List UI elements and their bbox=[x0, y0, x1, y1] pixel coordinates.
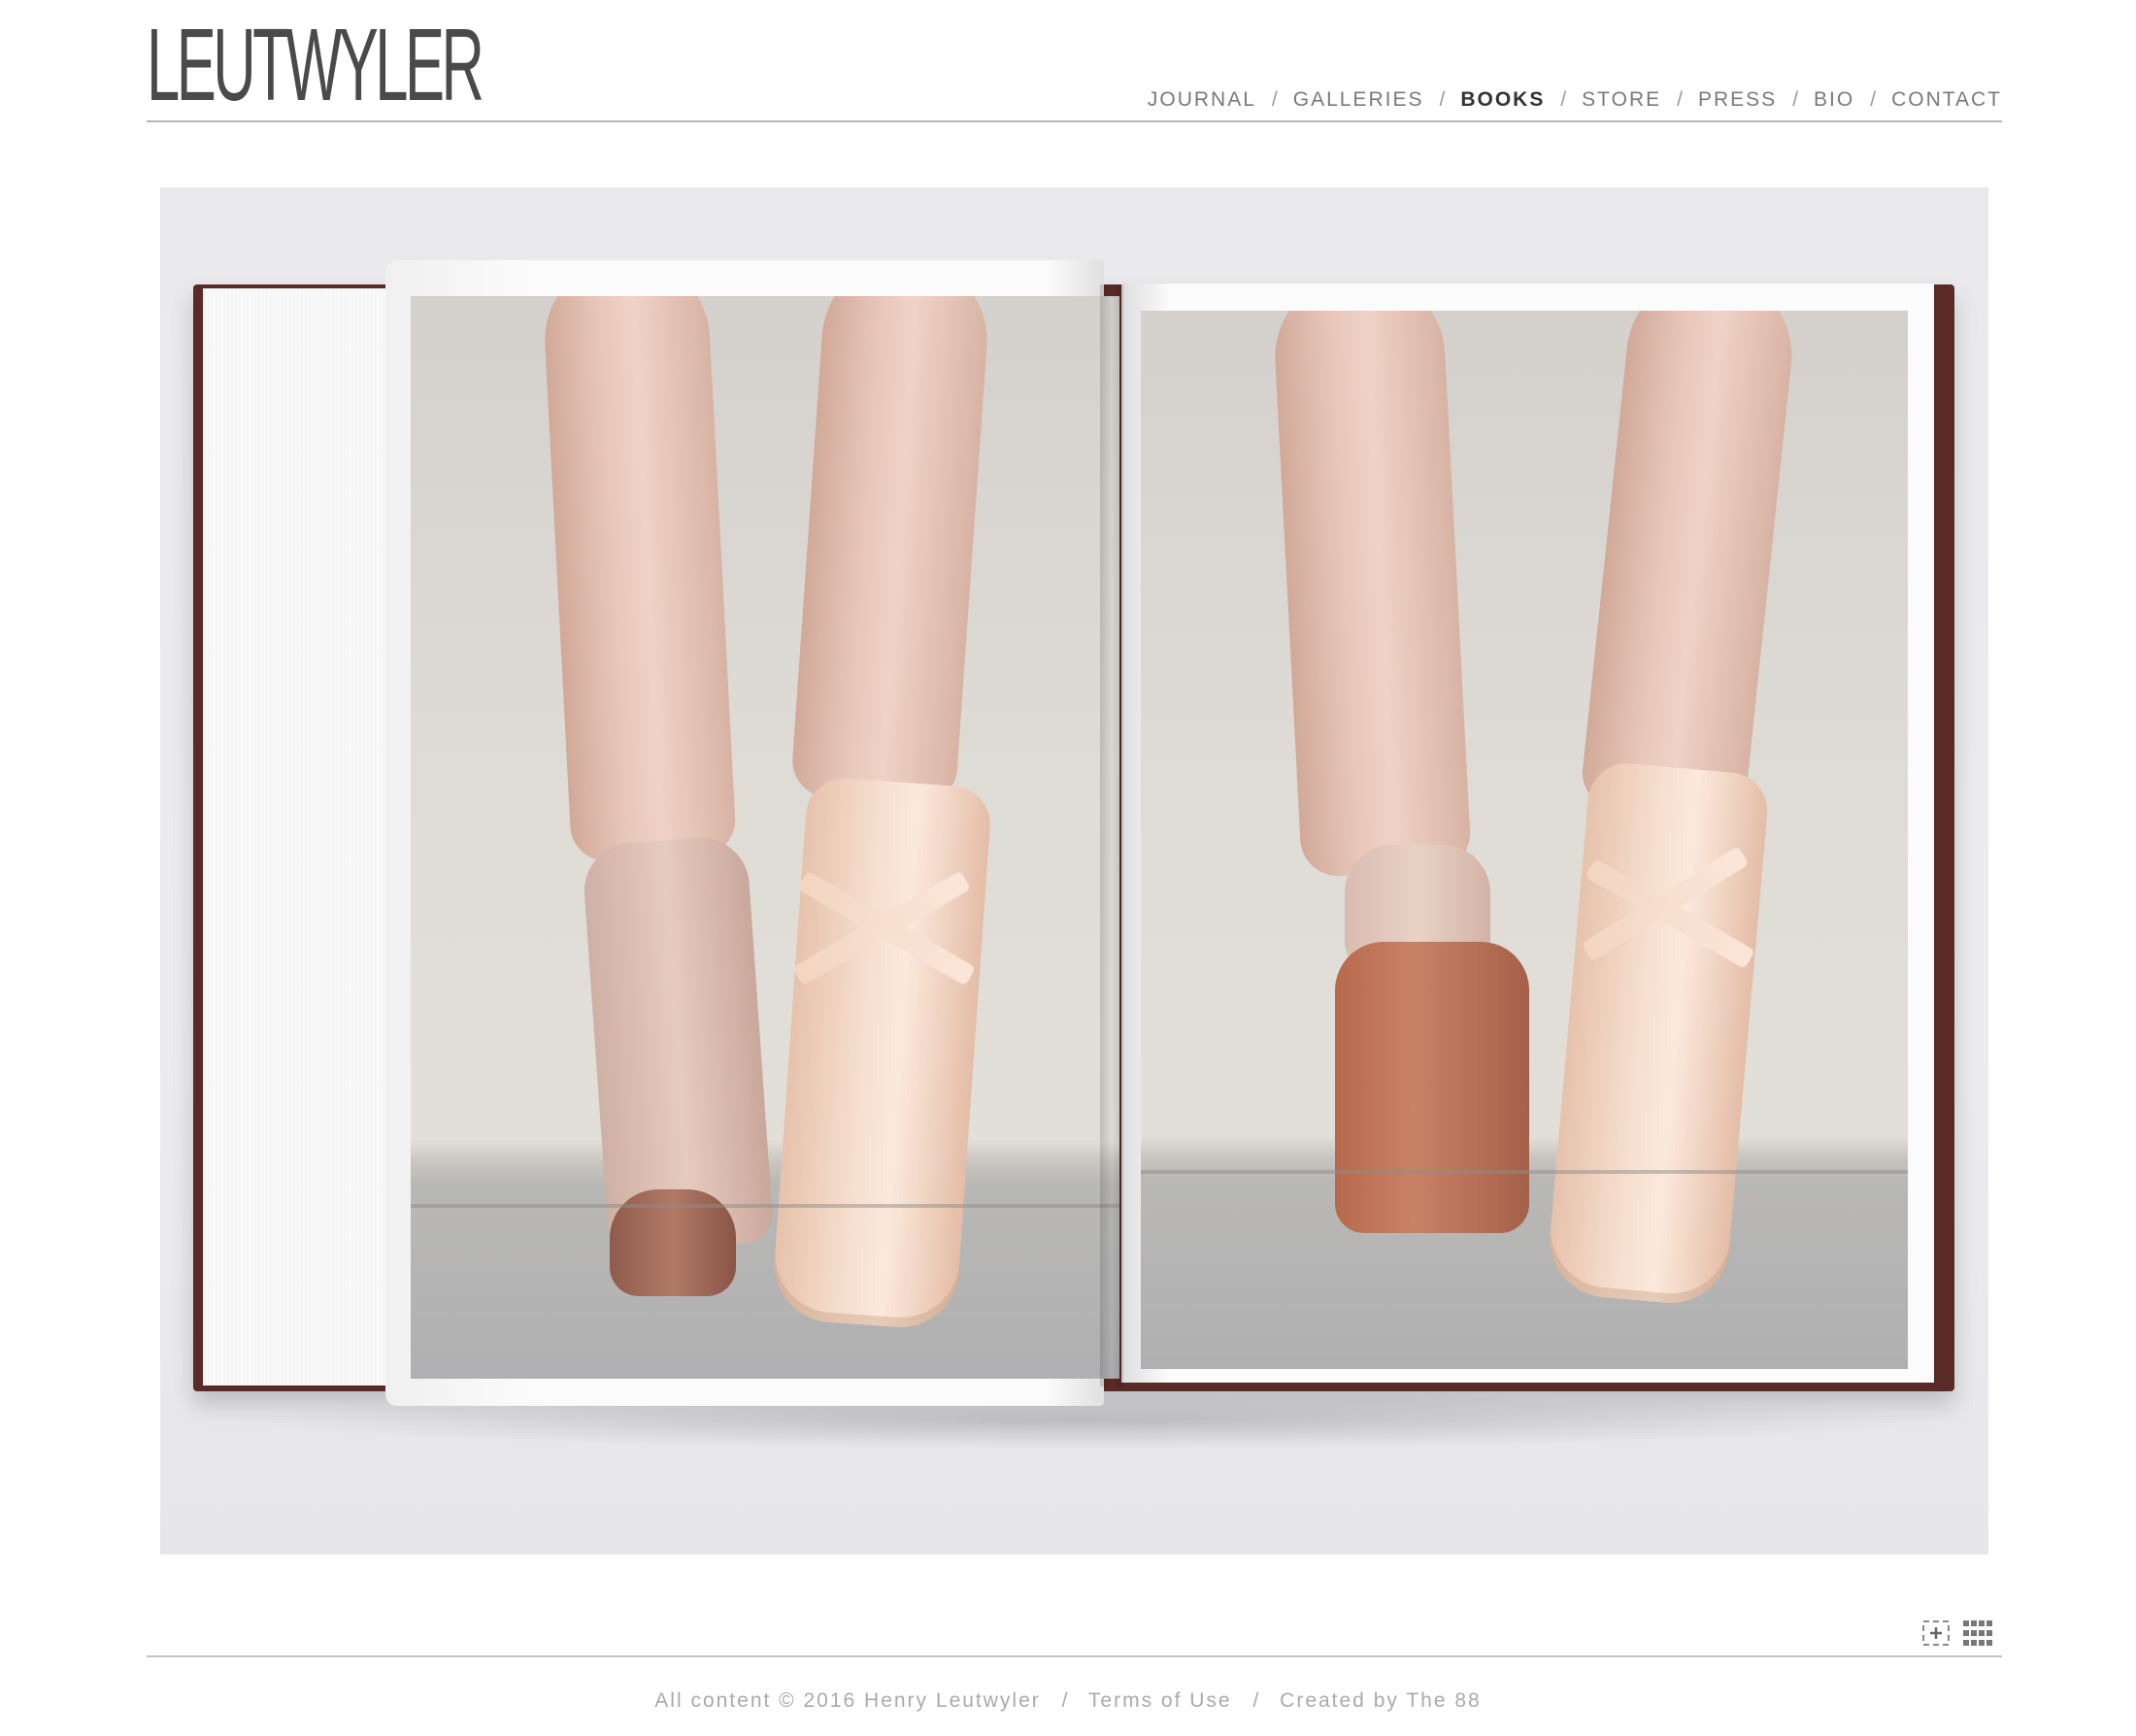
nav-separator: / bbox=[1271, 88, 1278, 111]
copyright-text: All content © 2016 Henry Leutwyler bbox=[654, 1689, 1041, 1712]
nav-separator: / bbox=[1870, 88, 1877, 111]
grid-icon[interactable] bbox=[1963, 1620, 1992, 1646]
foot-shape bbox=[1335, 942, 1529, 1233]
nav-item-journal[interactable]: JOURNAL bbox=[1148, 88, 1256, 112]
footer-separator: / bbox=[1252, 1689, 1259, 1712]
terms-link[interactable]: Terms of Use bbox=[1088, 1689, 1232, 1712]
credit-link[interactable]: Created by The 88 bbox=[1280, 1689, 1482, 1712]
pointe-shoe bbox=[1545, 759, 1771, 1309]
fullscreen-icon[interactable] bbox=[1922, 1620, 1950, 1646]
site-logo[interactable]: LEUTWYLER bbox=[147, 14, 484, 117]
nav-item-galleries[interactable]: GALLERIES bbox=[1293, 88, 1424, 112]
book-page-edges bbox=[203, 288, 398, 1385]
leg-shape bbox=[789, 296, 993, 807]
footer-separator: / bbox=[1061, 1689, 1068, 1712]
site-header: LEUTWYLER JOURNAL / GALLERIES / BOOKS / … bbox=[147, 0, 2002, 122]
floor-line bbox=[1141, 1170, 1908, 1174]
nav-separator: / bbox=[1439, 88, 1446, 111]
nav-item-contact[interactable]: CONTACT bbox=[1891, 88, 2002, 112]
nav-item-bio[interactable]: BIO bbox=[1814, 88, 1854, 112]
nav-separator: / bbox=[1792, 88, 1799, 111]
photo-right bbox=[1141, 311, 1908, 1369]
footer-divider bbox=[147, 1655, 2002, 1657]
pointe-shoe bbox=[770, 776, 993, 1331]
viewer-controls bbox=[1922, 1620, 1992, 1646]
gallery-image[interactable] bbox=[160, 187, 1988, 1554]
nav-item-books[interactable]: BOOKS bbox=[1460, 88, 1545, 112]
nav-separator: / bbox=[1677, 88, 1683, 111]
floor-line bbox=[411, 1204, 1119, 1208]
site-footer: All content © 2016 Henry Leutwyler / Ter… bbox=[0, 1689, 2136, 1713]
leg-shape bbox=[540, 296, 738, 864]
nav-item-press[interactable]: PRESS bbox=[1698, 88, 1777, 112]
header-divider bbox=[147, 120, 2002, 122]
main-nav: JOURNAL / GALLERIES / BOOKS / STORE / PR… bbox=[1148, 88, 2002, 112]
leg-shape bbox=[1579, 311, 1800, 823]
leg-shape bbox=[1270, 311, 1473, 879]
photo-left bbox=[411, 296, 1119, 1379]
book-gutter bbox=[1100, 284, 1123, 1386]
nav-item-store[interactable]: STORE bbox=[1582, 88, 1661, 112]
nav-separator: / bbox=[1560, 88, 1567, 111]
